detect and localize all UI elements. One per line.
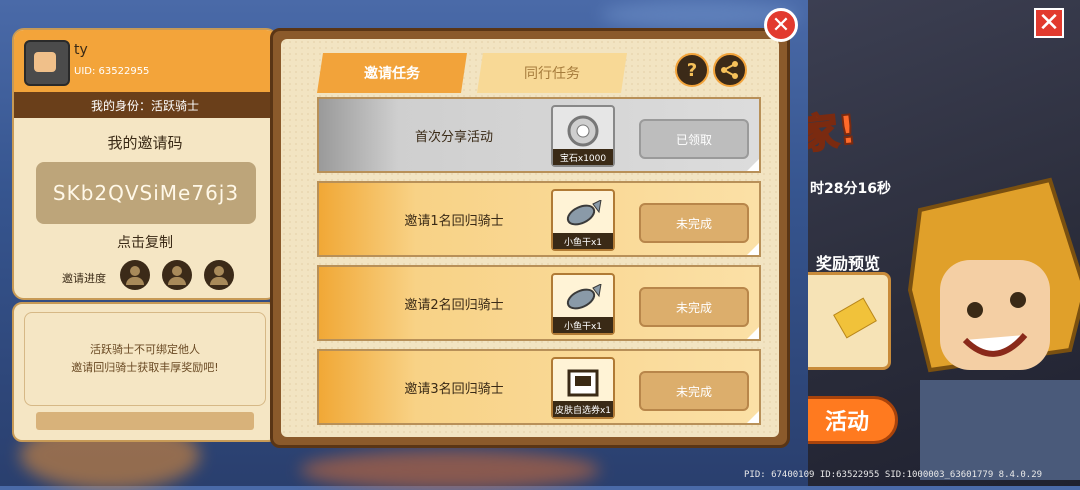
debug-footer: PID: 67400109 ID:63522955 SID:1000003_63…	[744, 470, 1042, 480]
task-status-button[interactable]: 未完成	[639, 371, 749, 411]
invite-code-title: 我的邀请码	[107, 134, 183, 152]
knight-character-icon	[907, 177, 1080, 480]
gem-icon	[553, 111, 613, 151]
identity-label: 我的身份：活跃骑士	[14, 92, 276, 118]
corner-decoration	[747, 243, 759, 255]
task-name: 首次分享活动	[414, 129, 493, 145]
task-reward: 小鱼干x1	[551, 189, 615, 251]
invite-code: SKb2QVSiMe76j3	[36, 162, 256, 224]
invite-progress-label: 邀请进度	[62, 272, 106, 285]
close-icon[interactable]: ✕	[764, 8, 798, 42]
pid-text: PID: 67400109	[744, 470, 815, 480]
reward-label: 小鱼干x1	[553, 317, 613, 333]
rules-note-card: 活跃骑士不可绑定他人 邀请回归骑士获取丰厚奖励吧!	[12, 302, 278, 442]
reward-ticket-icon	[833, 297, 877, 339]
corner-decoration	[747, 327, 759, 339]
copy-code-button[interactable]: 点击复制	[14, 232, 276, 252]
tab-invite-tasks[interactable]: 邀请任务	[317, 53, 467, 93]
rules-note: 活跃骑士不可绑定他人 邀请回归骑士获取丰厚奖励吧!	[24, 312, 266, 406]
task-row: 邀请1名回归骑士 小鱼干x1 未完成	[317, 181, 761, 257]
event-timer: 时28分16秒	[810, 181, 891, 197]
fish-icon	[553, 195, 613, 235]
task-status-button[interactable]: 未完成	[639, 287, 749, 327]
profile-card: ty UID: 63522955 我的身份：活跃骑士 我的邀请码 SKb2QVS…	[12, 28, 278, 300]
task-status-button[interactable]: 未完成	[639, 203, 749, 243]
share-icon	[721, 61, 738, 79]
task-name: 邀请3名回归骑士	[404, 381, 504, 397]
invite-slot-empty-icon	[162, 260, 192, 290]
fish-icon	[553, 279, 613, 319]
help-button[interactable]: ?	[675, 53, 709, 87]
reward-label: 宝石x1000	[553, 149, 613, 165]
tab-together-tasks[interactable]: 同行任务	[477, 53, 627, 93]
skin-ticket-icon	[553, 363, 613, 403]
reward-label: 小鱼干x1	[553, 233, 613, 249]
task-row: 首次分享活动 宝石x1000 已领取	[317, 97, 761, 173]
task-reward: 皮肤自选券x1	[551, 357, 615, 419]
avatar	[24, 40, 70, 86]
corner-decoration	[747, 159, 759, 171]
user-id: UID: 63522955	[74, 66, 150, 77]
username: ty	[74, 42, 88, 58]
note-divider	[36, 412, 254, 430]
event-banner-art: 家! 时28分16秒 奖励预览 活动	[808, 0, 1080, 486]
corner-decoration	[747, 411, 759, 423]
task-row: 邀请3名回归骑士 皮肤自选券x1 未完成	[317, 349, 761, 425]
share-button[interactable]	[713, 53, 747, 87]
task-reward: 小鱼干x1	[551, 273, 615, 335]
close-icon[interactable]: ✕	[1034, 8, 1064, 38]
task-name: 邀请1名回归骑士	[404, 213, 504, 229]
profile-header: ty UID: 63522955	[14, 30, 276, 92]
invite-slot-empty-icon	[120, 260, 150, 290]
task-name: 邀请2名回归骑士	[404, 297, 504, 313]
background-blur	[300, 450, 600, 490]
rules-note-line: 活跃骑士不可绑定他人	[90, 343, 200, 356]
reward-preview-label: 奖励预览	[816, 254, 881, 273]
reward-label: 皮肤自选券x1	[553, 401, 613, 417]
task-reward: 宝石x1000	[551, 105, 615, 167]
reward-preview-box	[808, 272, 891, 370]
event-banner-title: 家!	[808, 106, 860, 160]
session-ids-text: ID:63522955 SID:1000003_63601779 8.4.0.2…	[819, 470, 1043, 480]
invite-slot-empty-icon	[204, 260, 234, 290]
task-status-button[interactable]: 已领取	[639, 119, 749, 159]
task-row: 邀请2名回归骑士 小鱼干x1 未完成	[317, 265, 761, 341]
invite-panel: 邀请任务 同行任务 ? 首次分享活动 宝石x1000 已领取 邀请1名回归骑士	[270, 28, 790, 448]
rules-note-line: 邀请回归骑士获取丰厚奖励吧!	[71, 361, 219, 374]
invite-panel-body: 邀请任务 同行任务 ? 首次分享活动 宝石x1000 已领取 邀请1名回归骑士	[281, 39, 779, 437]
activity-button[interactable]: 活动	[808, 396, 898, 444]
